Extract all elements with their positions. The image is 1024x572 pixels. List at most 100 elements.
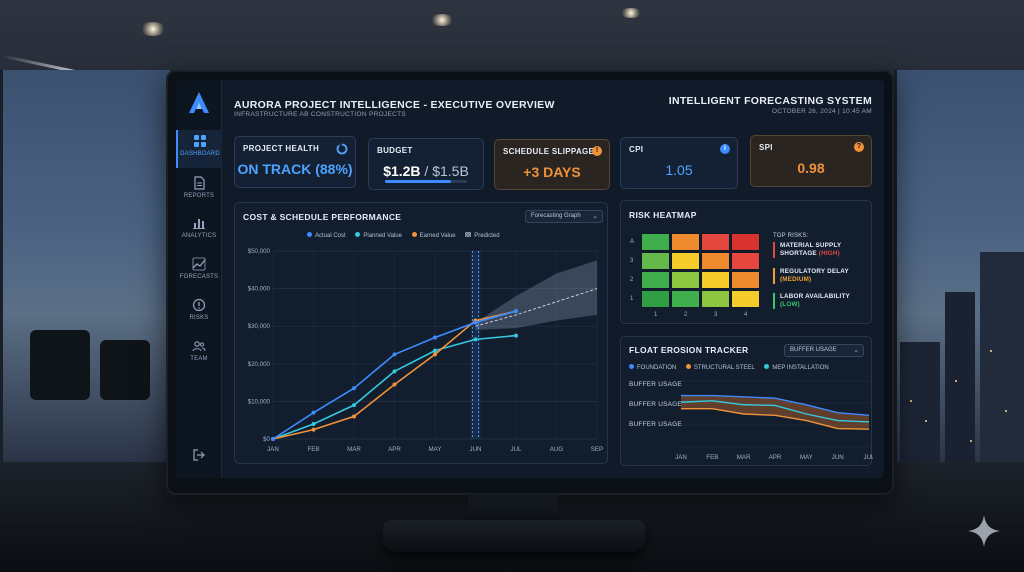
legend-item: MEP INSTALLATION bbox=[764, 364, 829, 371]
heatmap-cell[interactable] bbox=[731, 290, 760, 308]
heatmap-cell[interactable] bbox=[671, 233, 700, 251]
system-title: INTELLIGENT FORECASTING SYSTEM bbox=[668, 95, 872, 107]
card-label: SCHEDULE SLIPPAGE bbox=[503, 147, 595, 156]
heatmap-cell[interactable] bbox=[671, 290, 700, 308]
x-tick-label: FEB bbox=[307, 446, 319, 453]
heatmap-x-label: 2 bbox=[684, 312, 688, 318]
page-subtitle: INFRASTRUCTURE AB CONSTRUCTION PROJECTS bbox=[234, 111, 407, 118]
x-tick-label: SEP bbox=[591, 446, 603, 453]
monitor-base bbox=[383, 520, 645, 552]
data-point-planned-value bbox=[433, 348, 437, 353]
sidebar-item-forecasts[interactable]: FORECASTS bbox=[176, 253, 222, 291]
data-point-actual-cost bbox=[271, 437, 275, 441]
sidebar-item-analytics[interactable]: ANALYTICS bbox=[176, 212, 222, 250]
city-light bbox=[970, 440, 972, 442]
dashboard-icon bbox=[194, 135, 206, 147]
y-tick-label: $10,000 bbox=[248, 398, 271, 405]
card-label: SPI bbox=[759, 143, 773, 152]
data-point-earned-value bbox=[433, 352, 437, 357]
sidebar-item-risks[interactable]: RISKS bbox=[176, 294, 222, 332]
sidebar-item-team[interactable]: TEAM bbox=[176, 335, 222, 373]
schedule-slippage-card[interactable]: SCHEDULE SLIPPAGE ! +3 DAYS bbox=[494, 139, 610, 190]
forecasting-graph-dropdown[interactable]: Forecasting Graph ⌄ bbox=[525, 210, 603, 223]
spi-card[interactable]: SPI ? 0.98 bbox=[750, 135, 872, 187]
data-point-planned-value bbox=[473, 337, 478, 342]
risk-item-high[interactable]: MATERIAL SUPPLY SHORTAGE (HIGH) bbox=[773, 242, 869, 258]
city-building bbox=[900, 342, 940, 462]
data-point-actual-cost bbox=[352, 386, 356, 391]
budget-card[interactable]: BUDGET $1.2B / $1.5B bbox=[368, 138, 484, 190]
help-icon: ? bbox=[854, 142, 864, 152]
heatmap-x-label: 4 bbox=[744, 312, 748, 318]
city-light bbox=[955, 380, 957, 382]
panel-title: RISK HEATMAP bbox=[629, 210, 697, 220]
legend-label: Planned Value bbox=[363, 232, 402, 239]
sidebar-item-dashboard[interactable]: DASHBOARD bbox=[176, 130, 222, 168]
heatmap-cell[interactable] bbox=[701, 233, 730, 251]
office-chair bbox=[30, 330, 90, 400]
legend-item: Predicted bbox=[465, 232, 500, 239]
sidebar-item-label: ANALYTICS bbox=[181, 233, 217, 239]
x-tick-label: FEB bbox=[706, 454, 718, 461]
data-point-actual-cost bbox=[311, 410, 316, 415]
risk-name: LABOR AVAILABILITY bbox=[780, 293, 850, 300]
document-icon bbox=[194, 176, 205, 190]
heatmap-cell[interactable] bbox=[641, 233, 670, 251]
dashboard-screen: DASHBOARD REPORTS ANALYTICS FORECASTS RI… bbox=[176, 80, 884, 478]
office-chair bbox=[100, 340, 150, 400]
heatmap-cell[interactable] bbox=[641, 290, 670, 308]
data-point-earned-value bbox=[352, 414, 356, 419]
heatmap-cell[interactable] bbox=[731, 252, 760, 270]
cost-schedule-chart: $0 $10,000 $20,000 $30,000 $40,000 $50,000 JAN… bbox=[248, 248, 604, 453]
heatmap-y-label: A bbox=[630, 239, 635, 245]
legend-swatch-structural-steel bbox=[685, 364, 691, 369]
cpi-card[interactable]: CPI i 1.05 bbox=[620, 137, 738, 189]
y-tick-label: $0 bbox=[263, 436, 270, 443]
legend-swatch-predicted bbox=[465, 232, 472, 237]
aurora-logo-icon[interactable] bbox=[186, 90, 212, 116]
current-period-highlight bbox=[470, 251, 481, 439]
heatmap-cell[interactable] bbox=[671, 252, 700, 270]
logout-icon[interactable] bbox=[192, 448, 206, 462]
heatmap-cell[interactable] bbox=[641, 252, 670, 270]
x-tick-label: JUL bbox=[863, 454, 873, 461]
trend-icon bbox=[192, 257, 206, 271]
float-erosion-panel: FLOAT EROSION TRACKER BUFFER USAGE ⌄ FOUN… bbox=[620, 336, 873, 466]
risk-item-medium[interactable]: REGULATORY DELAY (MEDIUM) bbox=[773, 268, 869, 284]
heatmap-y-label: 2 bbox=[630, 277, 634, 283]
x-tick-label: MAY bbox=[429, 446, 442, 453]
heatmap-cell[interactable] bbox=[701, 252, 730, 270]
buffer-usage-dropdown[interactable]: BUFFER USAGE ⌄ bbox=[784, 344, 864, 357]
panel-title: FLOAT EROSION TRACKER bbox=[629, 345, 749, 355]
x-tick-label: JAN bbox=[675, 454, 687, 461]
top-risks-label: TOP RISKS: bbox=[773, 233, 809, 239]
x-tick-label: MAY bbox=[800, 454, 813, 461]
heatmap-cell[interactable] bbox=[731, 233, 760, 251]
dropdown-value: Forecasting Graph bbox=[531, 213, 581, 219]
ceiling bbox=[0, 0, 1024, 80]
heatmap-cell[interactable] bbox=[701, 271, 730, 289]
data-point-actual-cost bbox=[433, 335, 437, 340]
y-tick-label: $20,000 bbox=[248, 361, 271, 368]
heatmap-cell[interactable] bbox=[731, 271, 760, 289]
heatmap-cell[interactable] bbox=[641, 271, 670, 289]
window bbox=[0, 70, 170, 462]
data-point-earned-value bbox=[311, 427, 316, 432]
alert-icon bbox=[192, 298, 206, 312]
heatmap-cell[interactable] bbox=[701, 290, 730, 308]
people-icon bbox=[192, 341, 206, 352]
x-tick-label: MAR bbox=[737, 454, 751, 461]
cost-schedule-panel: COST & SCHEDULE PERFORMANCE Forecasting … bbox=[234, 202, 608, 464]
city-building bbox=[980, 252, 1024, 462]
y-tick-label: $30,000 bbox=[248, 323, 271, 330]
data-point-earned-value bbox=[392, 382, 397, 387]
sidebar-item-reports[interactable]: REPORTS bbox=[176, 172, 222, 210]
legend-swatch-mep-installation bbox=[764, 364, 770, 369]
heatmap-cell[interactable] bbox=[671, 271, 700, 289]
legend-swatch-actual-cost bbox=[307, 232, 312, 237]
panel-title: COST & SCHEDULE PERFORMANCE bbox=[243, 212, 402, 222]
project-health-card[interactable]: PROJECT HEALTH ON TRACK (88%) bbox=[234, 136, 356, 188]
heatmap-x-label: 1 bbox=[654, 312, 658, 318]
float-erosion-chart: JAN FEB MAR APR MAY JUN JUL bbox=[675, 380, 873, 461]
risk-item-low[interactable]: LABOR AVAILABILITY (LOW) bbox=[773, 293, 869, 309]
